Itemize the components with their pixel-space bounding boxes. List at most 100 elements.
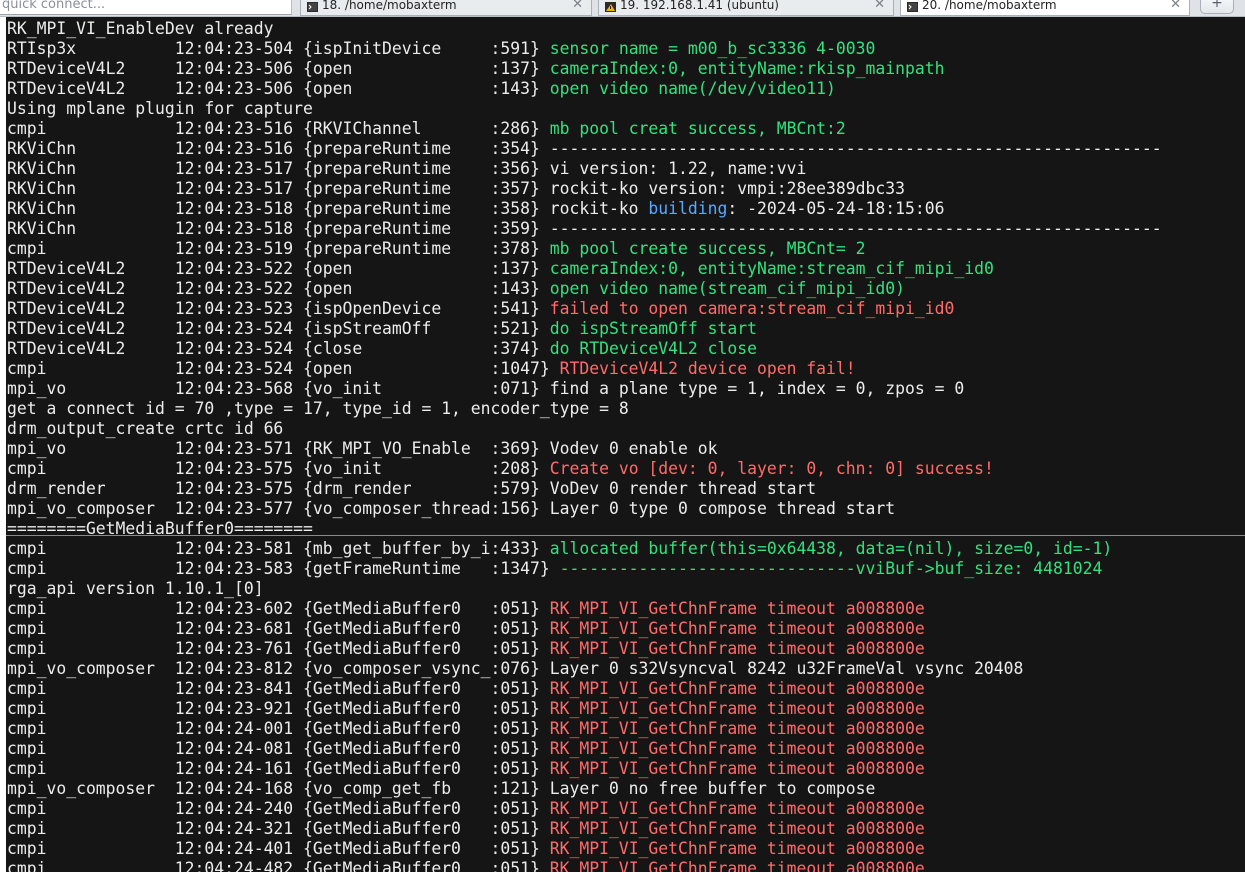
- terminal-text-segment: mb pool create success, MBCnt= 2: [549, 239, 866, 258]
- terminal-text-segment: cmpi 12:04:23-602 {GetMediaBuffer0 :051}: [7, 599, 550, 618]
- terminal-line: get a connect id = 70 ,type = 17, type_i…: [7, 399, 1162, 419]
- terminal-text-segment: cmpi 12:04:23-575 {vo_init :208}: [7, 459, 550, 478]
- terminal-text-segment: cmpi 12:04:24-001 {GetMediaBuffer0 :051}: [7, 719, 550, 738]
- terminal-text-segment: do ispStreamOff start: [549, 319, 757, 338]
- tab-bar: quick connect... 18. /home/mobaxterm ✕ 1…: [0, 0, 1245, 17]
- terminal-text-segment: RK_MPI_VI_GetChnFrame timeout a008800e: [549, 739, 925, 758]
- terminal-line: RTIsp3x 12:04:23-504 {ispInitDevice :591…: [7, 39, 1162, 59]
- terminal-line: mpi_vo 12:04:23-568 {vo_init :071} find …: [7, 379, 1162, 399]
- terminal-text-segment: RTDeviceV4L2 12:04:23-523 {ispOpenDevice…: [7, 299, 550, 318]
- terminal-line: RTDeviceV4L2 12:04:23-522 {open :143} op…: [7, 279, 1162, 299]
- terminal-text-segment: cmpi 12:04:23-841 {GetMediaBuffer0 :051}: [7, 679, 550, 698]
- terminal-line: Using mplane plugin for capture: [7, 99, 1162, 119]
- terminal-text-segment: mpi_vo_composer 12:04:23-577 {vo_compose…: [7, 499, 896, 518]
- terminal-text-segment: drm_output_create crtc id 66: [7, 419, 284, 438]
- terminal-line: mpi_vo_composer 12:04:24-168 {vo_comp_ge…: [7, 779, 1162, 799]
- terminal-text-segment: Create vo [dev: 0, layer: 0, chn: 0] suc…: [549, 459, 994, 478]
- terminal-text-segment: cmpi 12:04:24-482 {GetMediaBuffer0 :051}: [7, 859, 550, 872]
- terminal-line: drm_render 12:04:23-575 {drm_render :579…: [7, 479, 1162, 499]
- terminal-line: mpi_vo_composer 12:04:23-577 {vo_compose…: [7, 499, 1162, 519]
- terminal-text-segment: mpi_vo_composer 12:04:24-168 {vo_comp_ge…: [7, 779, 876, 798]
- terminal-text-segment: mpi_vo_composer 12:04:23-812 {vo_compose…: [7, 659, 1024, 678]
- terminal-text-segment: cmpi 12:04:24-081 {GetMediaBuffer0 :051}: [7, 739, 550, 758]
- terminal-line: RTDeviceV4L2 12:04:23-506 {open :137} ca…: [7, 59, 1162, 79]
- new-tab-button[interactable]: +: [1200, 0, 1234, 14]
- terminal-text-segment: RKViChn 12:04:23-518 {prepareRuntime :35…: [7, 219, 1162, 238]
- terminal-line: cmpi 12:04:24-482 {GetMediaBuffer0 :051}…: [7, 859, 1162, 872]
- close-tab-icon[interactable]: ✕: [1170, 0, 1181, 13]
- terminal-text-segment: sensor name = m00_b_sc3336 4-0030: [549, 39, 876, 58]
- terminal-text-segment: RK_MPI_VI_GetChnFrame timeout a008800e: [549, 699, 925, 718]
- mobaxterm-window: quick connect... 18. /home/mobaxterm ✕ 1…: [0, 0, 1245, 872]
- terminal-line: cmpi 12:04:23-519 {prepareRuntime :378} …: [7, 239, 1162, 259]
- terminal-lines: RK_MPI_VI_EnableDev already RTIsp3x 12:04…: [7, 19, 1162, 872]
- quick-connect-input[interactable]: quick connect...: [0, 0, 292, 15]
- terminal-text-segment: mpi_vo 12:04:23-571 {RK_MPI_VO_Enable :3…: [7, 439, 718, 458]
- terminal-text-segment: RK_MPI_VI_GetChnFrame timeout a008800e: [549, 599, 925, 618]
- terminal-line: cmpi 12:04:23-581 {mb_get_buffer_by_i:43…: [7, 539, 1162, 559]
- terminal-text-segment: building: [648, 199, 728, 218]
- terminal-line: RKViChn 12:04:23-518 {prepareRuntime :35…: [7, 219, 1162, 239]
- terminal-text-segment: cameraIndex:0, entityName:stream_cif_mip…: [549, 259, 994, 278]
- terminal-line: cmpi 12:04:23-583 {getFrameRuntime :1347…: [7, 559, 1162, 579]
- terminal-text-segment: RK_MPI_VI_GetChnFrame timeout a008800e: [549, 839, 925, 858]
- tab-label: 19. 192.168.1.41 (ubuntu): [620, 0, 779, 12]
- tab-20-home-mobaxterm[interactable]: 20. /home/mobaxterm ✕: [900, 0, 1190, 16]
- terminal-text-segment: RTDeviceV4L2 12:04:23-506 {open :143}: [7, 79, 550, 98]
- terminal-text-segment: RK_MPI_VI_EnableDev already: [7, 19, 274, 38]
- terminal-text-segment: RKViChn 12:04:23-518 {prepareRuntime :35…: [7, 199, 649, 218]
- terminal-line: cmpi 12:04:23-602 {GetMediaBuffer0 :051}…: [7, 599, 1162, 619]
- terminal-line: cmpi 12:04:23-524 {open :1047} RTDeviceV…: [7, 359, 1162, 379]
- terminal-text-segment: cmpi 12:04:23-581 {mb_get_buffer_by_i:43…: [7, 539, 550, 558]
- terminal-text-segment: cmpi 12:04:23-519 {prepareRuntime :378}: [7, 239, 550, 258]
- terminal-text-segment: allocated buffer(this=0x64438, data=(nil…: [549, 539, 1113, 558]
- terminal-line: cmpi 12:04:24-321 {GetMediaBuffer0 :051}…: [7, 819, 1162, 839]
- terminal-text-segment: cmpi 12:04:23-761 {GetMediaBuffer0 :051}: [7, 639, 550, 658]
- tab-19-192-168-1-41[interactable]: 19. 192.168.1.41 (ubuntu) ✕: [598, 0, 894, 16]
- terminal-line: RTDeviceV4L2 12:04:23-506 {open :143} op…: [7, 79, 1162, 99]
- terminal-icon: [907, 0, 918, 12]
- terminal-line: drm_output_create crtc id 66: [7, 419, 1162, 439]
- terminal-text-segment: RKViChn 12:04:23-516 {prepareRuntime :35…: [7, 139, 1162, 158]
- terminal-line: cmpi 12:04:23-841 {GetMediaBuffer0 :051}…: [7, 679, 1162, 699]
- terminal-text-segment: RK_MPI_VI_GetChnFrame timeout a008800e: [549, 819, 925, 838]
- terminal-text-segment: RK_MPI_VI_GetChnFrame timeout a008800e: [549, 679, 925, 698]
- terminal-line: RTDeviceV4L2 12:04:23-524 {close :374} d…: [7, 339, 1162, 359]
- terminal-text-segment: RK_MPI_VI_GetChnFrame timeout a008800e: [549, 859, 925, 872]
- ssh-session-icon: [605, 0, 616, 12]
- terminal-output[interactable]: RK_MPI_VI_EnableDev already RTIsp3x 12:04…: [6, 17, 1245, 872]
- selection-divider: [6, 535, 1245, 536]
- terminal-text-segment: rga_api version 1.10.1_[0]: [7, 579, 264, 598]
- terminal-line: RTDeviceV4L2 12:04:23-522 {open :137} ca…: [7, 259, 1162, 279]
- terminal-line: cmpi 12:04:24-001 {GetMediaBuffer0 :051}…: [7, 719, 1162, 739]
- terminal-text-segment: cmpi 12:04:23-516 {RKVIChannel :286}: [7, 119, 550, 138]
- terminal-line: cmpi 12:04:24-161 {GetMediaBuffer0 :051}…: [7, 759, 1162, 779]
- terminal-text-segment: RK_MPI_VI_GetChnFrame timeout a008800e: [549, 799, 925, 818]
- terminal-text-segment: RK_MPI_VI_GetChnFrame timeout a008800e: [549, 619, 925, 638]
- terminal-line: cmpi 12:04:23-681 {GetMediaBuffer0 :051}…: [7, 619, 1162, 639]
- terminal-line: mpi_vo 12:04:23-571 {RK_MPI_VO_Enable :3…: [7, 439, 1162, 459]
- close-tab-icon[interactable]: ✕: [874, 0, 885, 13]
- terminal-text-segment: cmpi 12:04:23-681 {GetMediaBuffer0 :051}: [7, 619, 550, 638]
- terminal-line: RKViChn 12:04:23-517 {prepareRuntime :35…: [7, 179, 1162, 199]
- terminal-text-segment: failed to open camera:stream_cif_mipi_id…: [549, 299, 955, 318]
- terminal-text-segment: cameraIndex:0, entityName:rkisp_mainpath: [549, 59, 945, 78]
- terminal-text-segment: RTDeviceV4L2 device open fail!: [559, 359, 856, 378]
- terminal-text-segment: RTDeviceV4L2 12:04:23-524 {close :374}: [7, 339, 550, 358]
- terminal-text-segment: cmpi 12:04:23-583 {getFrameRuntime :1347…: [7, 559, 560, 578]
- terminal-text-segment: cmpi 12:04:24-321 {GetMediaBuffer0 :051}: [7, 819, 550, 838]
- terminal-line: RK_MPI_VI_EnableDev already: [7, 19, 1162, 39]
- terminal-text-segment: Using mplane plugin for capture: [7, 99, 313, 118]
- terminal-text-segment: RTDeviceV4L2 12:04:23-506 {open :137}: [7, 59, 550, 78]
- terminal-text-segment: cmpi 12:04:24-161 {GetMediaBuffer0 :051}: [7, 759, 550, 778]
- tab-18-home-mobaxterm[interactable]: 18. /home/mobaxterm ✕: [300, 0, 592, 16]
- terminal-line: ========GetMediaBuffer0========: [7, 519, 1162, 539]
- terminal-text-segment: RTIsp3x 12:04:23-504 {ispInitDevice :591…: [7, 39, 550, 58]
- terminal-line: cmpi 12:04:23-516 {RKVIChannel :286} mb …: [7, 119, 1162, 139]
- terminal-text-segment: mb pool creat success, MBCnt:2: [549, 119, 846, 138]
- terminal-text-segment: drm_render 12:04:23-575 {drm_render :579…: [7, 479, 817, 498]
- terminal-line: RKViChn 12:04:23-517 {prepareRuntime :35…: [7, 159, 1162, 179]
- close-tab-icon[interactable]: ✕: [572, 0, 583, 13]
- terminal-line: cmpi 12:04:23-921 {GetMediaBuffer0 :051}…: [7, 699, 1162, 719]
- terminal-text-segment: cmpi 12:04:24-401 {GetMediaBuffer0 :051}: [7, 839, 550, 858]
